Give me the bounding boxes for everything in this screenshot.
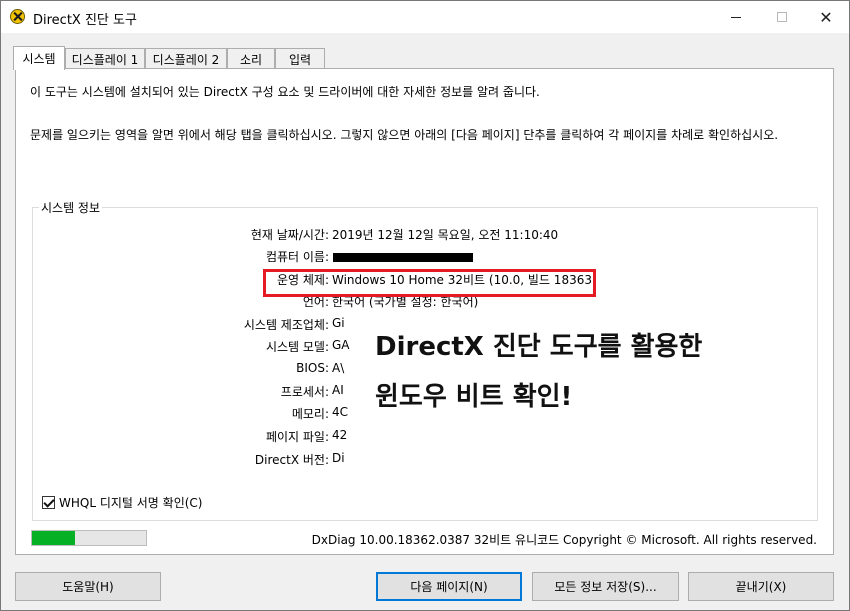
help-button[interactable]: 도움말(H) [15,572,161,601]
bios-value: A\ [332,361,345,375]
tab-system[interactable]: 시스템 [13,46,65,70]
info-row-page-file: 페이지 파일: 42 [33,428,819,446]
minimize-icon [731,16,741,18]
whql-checkbox-label: WHQL 디지털 서명 확인(C) [59,495,203,510]
model-label: 시스템 모델: [265,340,329,354]
processor-value: AI [332,383,344,397]
copyright-text: DxDiag 10.00.18362.0387 32비트 유니코드 Copyri… [311,533,817,547]
whql-checkbox-row[interactable]: WHQL 디지털 서명 확인(C) [42,493,203,511]
memory-value: 4C [332,405,349,419]
tab-sound[interactable]: 소리 [227,48,275,69]
tab-display-2[interactable]: 디스플레이 2 [145,48,227,69]
tab-display-1[interactable]: 디스플레이 1 [65,48,145,69]
info-row-computer-name: 컴퓨터 이름: [33,248,819,266]
system-tab-panel: 이 도구는 시스템에 설치되어 있는 DirectX 구성 요소 및 드라이버에… [15,68,834,555]
progress-bar [31,530,147,546]
maximize-icon [777,12,787,22]
maximize-button[interactable] [759,1,805,33]
save-all-info-button[interactable]: 모든 정보 저장(S)... [532,572,679,601]
directx-version-label: DirectX 버전: [254,453,329,467]
minimize-button[interactable] [713,1,759,33]
dxdiag-window: DirectX 진단 도구 ✕ 시스템 디스플레이 1 디스플레이 2 소리 입… [0,0,850,611]
system-info-group-label: 시스템 정보 [39,199,103,216]
close-icon: ✕ [819,7,833,27]
computer-name-redaction [333,253,473,262]
page-file-label: 페이지 파일: [265,430,329,444]
datetime-label: 현재 날짜/시간: [250,228,329,242]
progress-fill [32,531,76,545]
computer-name-label: 컴퓨터 이름: [265,250,329,264]
memory-label: 메모리: [291,407,329,421]
overlay-caption-line-1: DirectX 진단 도구를 활용한 [371,324,707,365]
window-title: DirectX 진단 도구 [33,13,137,28]
exit-button[interactable]: 끝내기(X) [688,572,834,601]
page-file-value: 42 [332,428,348,442]
os-highlight-box [263,269,596,297]
title-bar: DirectX 진단 도구 ✕ [1,1,849,33]
close-button[interactable]: ✕ [803,1,849,33]
next-page-button[interactable]: 다음 페이지(N) [376,572,522,601]
tab-input[interactable]: 입력 [275,48,325,69]
directx-icon [10,9,25,24]
datetime-value: 2019년 12월 12일 목요일, 오전 11:10:40 [332,228,559,242]
info-row-directx-version: DirectX 버전: Di [33,451,819,469]
manufacturer-label: 시스템 제조업체: [243,318,329,332]
manufacturer-value: Gi [332,316,345,330]
model-value: GA [332,338,350,352]
intro-text-2: 문제를 일으키는 영역을 알면 위에서 해당 탭을 클릭하십시오. 그렇지 않으… [30,128,779,142]
overlay-caption-line-2: 윈도우 비트 확인! [371,374,577,415]
processor-label: 프로세서: [280,385,329,399]
directx-version-value: Di [332,451,345,465]
intro-text-1: 이 도구는 시스템에 설치되어 있는 DirectX 구성 요소 및 드라이버에… [30,85,540,99]
bios-label: BIOS: [296,361,329,375]
whql-checkbox[interactable] [42,495,55,509]
info-row-datetime: 현재 날짜/시간: 2019년 12월 12일 목요일, 오전 11:10:40 [33,226,819,244]
